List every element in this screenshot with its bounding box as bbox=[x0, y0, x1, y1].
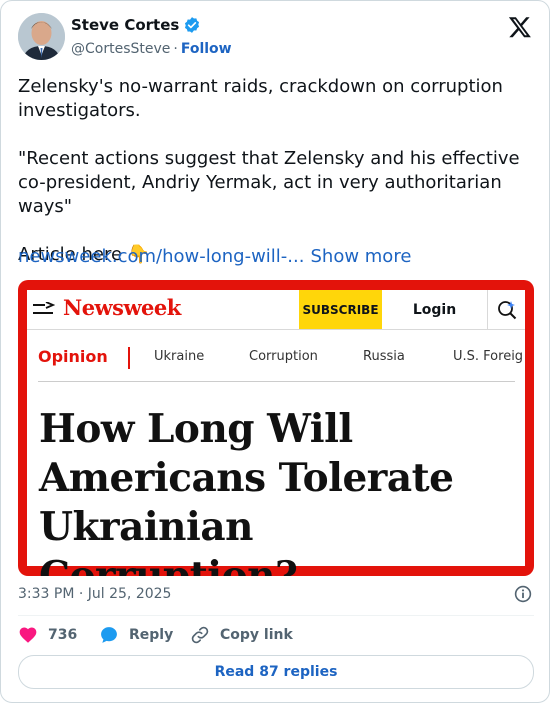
article-image[interactable]: Newsweek SUBSCRIBE Login Opinion Ukraine… bbox=[18, 280, 534, 576]
nav-rule bbox=[38, 381, 515, 382]
menu-icon bbox=[33, 302, 55, 314]
reply-bubble-icon bbox=[101, 627, 117, 643]
reply-button[interactable]: Reply bbox=[99, 625, 173, 645]
search-icon bbox=[498, 301, 517, 320]
author-handle[interactable]: @CortesSteve bbox=[71, 41, 170, 57]
author-name-row[interactable]: Steve Cortes bbox=[71, 16, 201, 34]
timestamp[interactable]: 3:33 PM · Jul 25, 2025 bbox=[18, 586, 171, 602]
tweet-text: Zelensky's no-warrant raids, crackdown o… bbox=[18, 76, 520, 265]
newsweek-nav: Opinion Ukraine Corruption Russia U.S. F… bbox=[27, 345, 525, 371]
verified-badge-icon bbox=[185, 17, 200, 33]
tweet-card: Steve Cortes @CortesSteve · Follow Zelensk… bbox=[0, 0, 550, 703]
avatar[interactable] bbox=[18, 13, 65, 60]
nav-item: U.S. Foreig bbox=[453, 349, 524, 364]
nav-separator bbox=[128, 347, 130, 369]
separator-dot: · bbox=[173, 41, 178, 57]
reply-label: Reply bbox=[129, 627, 174, 643]
nav-item: Ukraine bbox=[154, 349, 205, 364]
handle-row: @CortesSteve · Follow bbox=[71, 41, 232, 57]
link-line: newsweek.com/how-long-will-... Show more bbox=[18, 245, 411, 269]
info-icon[interactable] bbox=[514, 585, 532, 603]
author-name[interactable]: Steve Cortes bbox=[71, 16, 179, 34]
login-button: Login bbox=[382, 290, 488, 329]
heart-icon bbox=[19, 627, 37, 643]
read-replies-button[interactable]: Read 87 replies bbox=[18, 655, 534, 689]
nav-item: Russia bbox=[363, 349, 405, 364]
article-headline: How Long Will Americans Tolerate Ukraini… bbox=[39, 406, 454, 576]
article-link[interactable]: newsweek.com/how-long-will-... bbox=[18, 246, 304, 267]
copy-link-label: Copy link bbox=[220, 627, 293, 643]
show-more-link[interactable]: Show more bbox=[310, 246, 411, 267]
newsweek-logo: Newsweek bbox=[63, 295, 181, 320]
follow-button[interactable]: Follow bbox=[181, 41, 232, 57]
copy-link-button[interactable]: Copy link bbox=[190, 625, 293, 645]
newsweek-screenshot: Newsweek SUBSCRIBE Login Opinion Ukraine… bbox=[27, 290, 525, 576]
avatar-image bbox=[18, 13, 65, 60]
nav-opinion: Opinion bbox=[38, 347, 108, 366]
link-icon bbox=[191, 626, 209, 644]
newsweek-header: Newsweek SUBSCRIBE Login bbox=[27, 290, 525, 330]
nav-item: Corruption bbox=[249, 349, 318, 364]
like-button[interactable]: 736 bbox=[18, 625, 77, 645]
like-count: 736 bbox=[48, 627, 78, 643]
subscribe-button: SUBSCRIBE bbox=[299, 290, 382, 329]
divider bbox=[18, 615, 534, 616]
x-logo-icon[interactable] bbox=[508, 15, 532, 39]
